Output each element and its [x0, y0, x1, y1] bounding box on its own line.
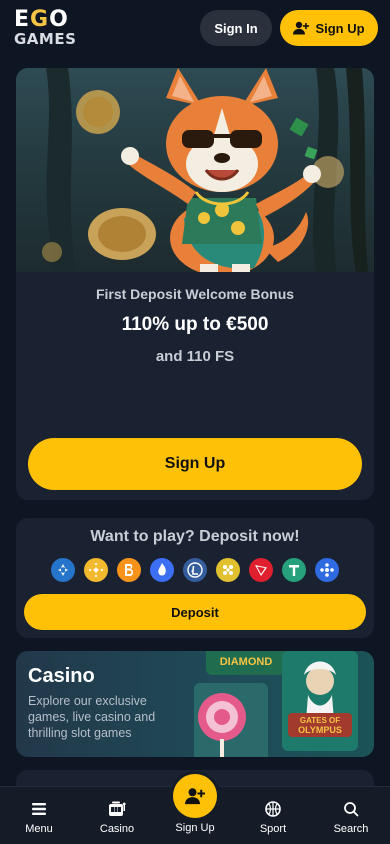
header: EGO GAMES Sign In Sign Up — [0, 0, 390, 56]
deposit-button[interactable]: Deposit — [24, 594, 366, 630]
deposit-card: Want to play? Deposit now! Deposit — [16, 518, 374, 638]
ego-games-logo[interactable]: EGO GAMES — [14, 9, 76, 47]
logo-subtext: GAMES — [14, 30, 77, 48]
bnb-icon — [84, 558, 108, 582]
basketball-icon — [264, 800, 282, 818]
casino-game-thumbnails: DIAMOND GATES OF OLYMPUS — [184, 651, 374, 757]
nav-search[interactable]: Search — [312, 787, 390, 844]
nav-sign-up-label: Sign Up — [175, 822, 215, 834]
ripple-icon — [315, 558, 339, 582]
nav-menu[interactable]: Menu — [0, 787, 78, 844]
litecoin-icon — [183, 558, 207, 582]
nav-sport-label: Sport — [259, 823, 287, 835]
casino-description: Explore our exclusive games, live casino… — [28, 694, 156, 740]
crypto-coin-list — [16, 558, 374, 582]
menu-icon — [30, 800, 48, 818]
svg-text:GATES OF: GATES OF — [300, 716, 340, 725]
usdc-icon — [51, 558, 75, 582]
sign-up-button[interactable]: Sign Up — [280, 10, 378, 46]
bitcoin-icon — [117, 558, 141, 582]
nav-sport[interactable]: Sport — [234, 787, 312, 844]
corgi-mascot-illustration — [16, 68, 374, 272]
welcome-bonus-card: First Deposit Welcome Bonus 110% up to €… — [16, 68, 374, 500]
add-user-icon — [185, 788, 205, 805]
bonus-sign-up-button[interactable]: Sign Up — [28, 438, 362, 490]
logo-wordmark: EGO — [14, 7, 69, 32]
tron-icon — [249, 558, 273, 582]
casino-card[interactable]: Casino Explore our exclusive games, live… — [16, 651, 374, 757]
sign-in-button[interactable]: Sign In — [200, 10, 272, 46]
casino-title: Casino — [28, 665, 95, 687]
bonus-amount: 110% up to €500 — [121, 314, 269, 335]
svg-text:OLYMPUS: OLYMPUS — [298, 725, 342, 735]
nav-casino[interactable]: Casino — [78, 787, 156, 844]
sign-up-label: Sign Up — [315, 20, 365, 36]
slot-machine-icon — [108, 800, 126, 818]
nav-search-label: Search — [333, 823, 369, 835]
tether-icon — [282, 558, 306, 582]
nav-casino-label: Casino — [99, 823, 135, 835]
diamond-game-label: DIAMOND — [220, 656, 273, 668]
nav-sign-up-button[interactable] — [173, 774, 217, 818]
search-icon — [342, 800, 360, 818]
bonus-subtitle: First Deposit Welcome Bonus — [95, 286, 295, 302]
bonus-free-spins: and 110 FS — [155, 348, 235, 365]
bonk-icon — [150, 558, 174, 582]
add-user-icon — [293, 21, 310, 35]
deposit-title: Want to play? Deposit now! — [90, 528, 300, 545]
dogecoin-icon — [216, 558, 240, 582]
nav-menu-label: Menu — [25, 823, 53, 835]
